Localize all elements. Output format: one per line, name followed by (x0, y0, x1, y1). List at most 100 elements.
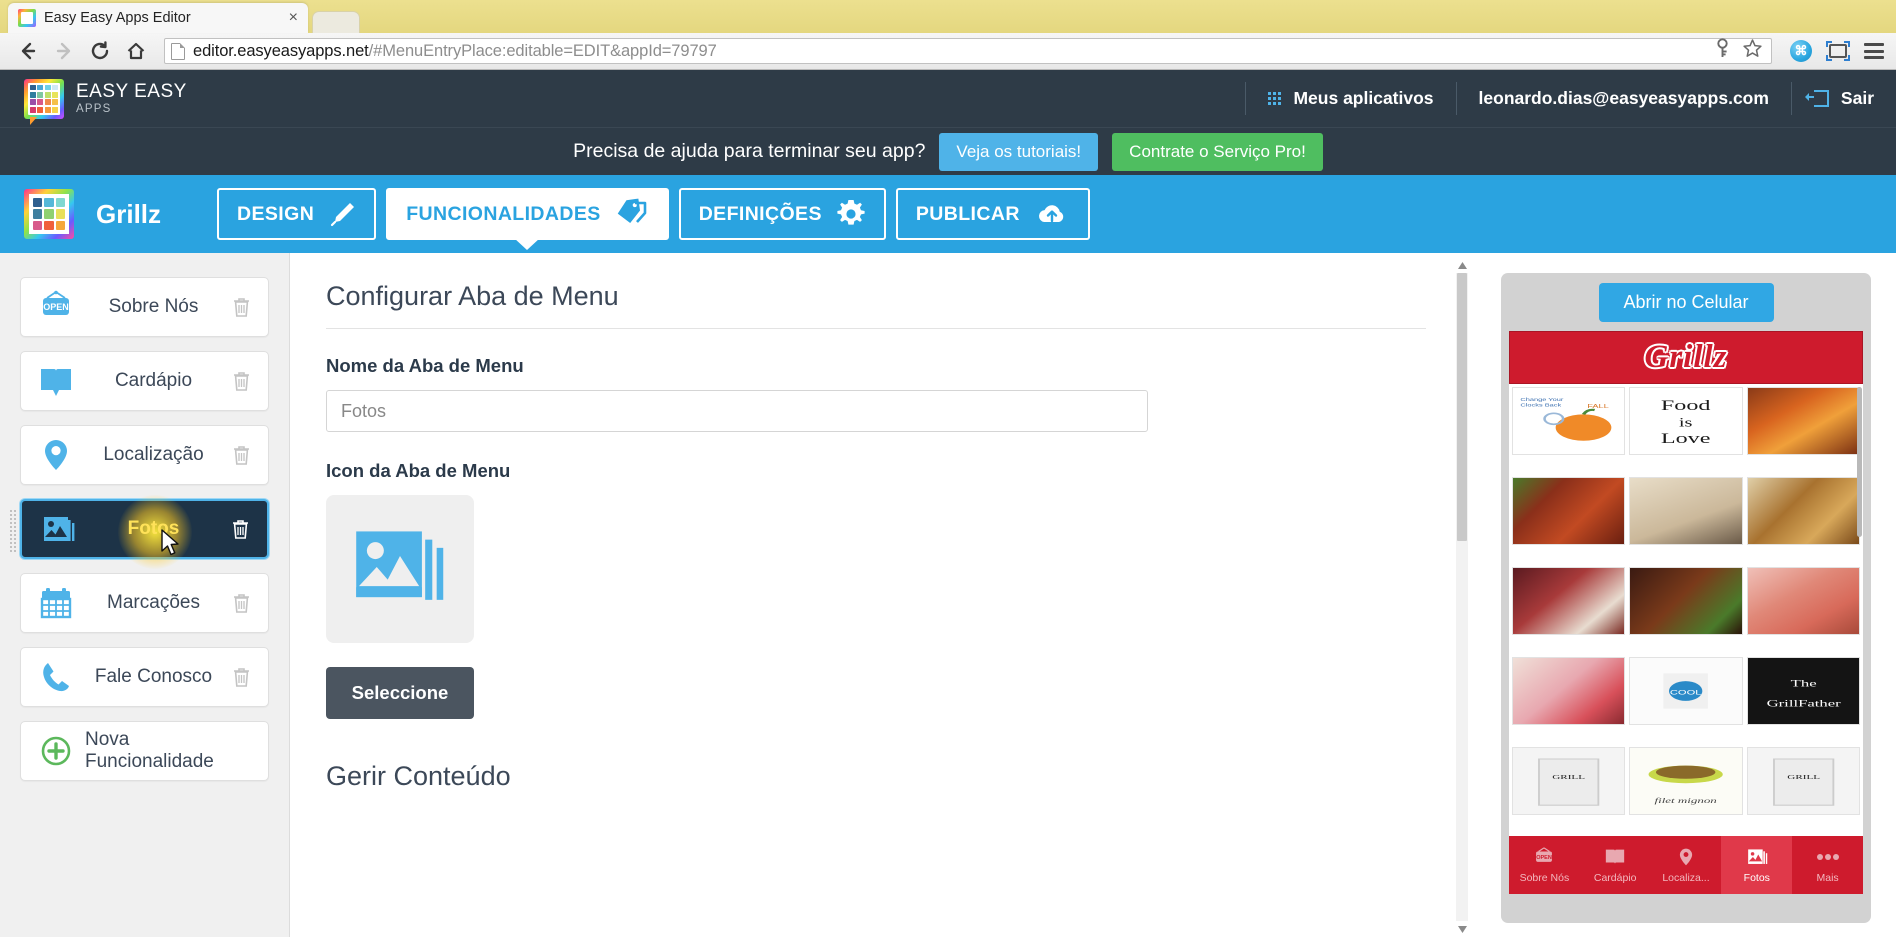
home-icon[interactable] (120, 36, 152, 66)
select-icon-button[interactable]: Seleccione (326, 667, 474, 719)
main-tabs: DESIGN FUNCIONALIDADES DEFINIÇÕES PUBLIC… (217, 188, 1090, 240)
new-tab-button[interactable] (312, 11, 360, 33)
phone-nav-mais[interactable]: Mais (1792, 836, 1863, 894)
sidebar-item-label: Fale Conosco (94, 666, 213, 687)
photo-thumb[interactable]: Food is Love (1629, 387, 1743, 455)
svg-text:Food: Food (1661, 398, 1711, 414)
menu-name-value: Fotos (341, 400, 387, 421)
svg-text:OPEN: OPEN (1537, 855, 1553, 861)
logout-icon (1804, 90, 1829, 107)
photo-thumb[interactable] (1746, 387, 1860, 455)
scroll-down-icon[interactable] (1457, 923, 1467, 935)
trash-icon[interactable] (228, 296, 254, 318)
sidebar-item-fotos[interactable]: Fotos (9, 495, 269, 569)
close-icon[interactable]: × (289, 10, 298, 26)
photo-thumb[interactable]: filet mignon (1629, 747, 1743, 815)
sidebar-item-marcacoes[interactable]: Marcações (20, 573, 269, 633)
logout-link[interactable]: Sair (1792, 88, 1896, 109)
open-sign-icon: OPEN (1533, 846, 1555, 868)
tab-funcionalidades[interactable]: FUNCIONALIDADES (386, 188, 669, 240)
tab-design[interactable]: DESIGN (217, 188, 377, 240)
sidebar-item-label: Fotos (127, 518, 180, 539)
phone-scrollbar-thumb[interactable] (1857, 387, 1862, 537)
tab-definicoes[interactable]: DEFINIÇÕES (678, 188, 886, 240)
account-email[interactable]: leonardo.dias@easyeasyapps.com (1457, 88, 1791, 109)
reload-icon[interactable] (84, 36, 116, 66)
phone-nav-fotos[interactable]: Fotos (1721, 836, 1793, 894)
photo-thumb[interactable] (1746, 567, 1860, 635)
photo-thumb[interactable] (1512, 567, 1626, 635)
brand-name-secondary: APPS (76, 102, 112, 115)
photo-thumb[interactable]: COOL (1629, 657, 1743, 725)
phone-app-logo: Grillz (1644, 339, 1728, 375)
address-bar[interactable]: editor.easyeasyapps.net/#MenuEntryPlace:… (164, 38, 1772, 64)
browser-tab-title: Easy Easy Apps Editor (44, 10, 191, 26)
trash-icon[interactable] (228, 370, 254, 392)
phone-nav-localizacao[interactable]: Localiza... (1651, 836, 1722, 894)
photo-thumb[interactable]: GRILL (1512, 747, 1626, 815)
menu-name-input[interactable]: Fotos (326, 390, 1148, 432)
open-on-mobile-button[interactable]: Abrir no Celular (1598, 283, 1774, 322)
extension-icon[interactable]: ⌘ (1790, 40, 1812, 62)
open-book-icon (33, 363, 79, 399)
browser-menu-icon[interactable] (1864, 43, 1884, 59)
my-apps-link[interactable]: Meus aplicativos (1246, 88, 1455, 109)
back-icon[interactable] (12, 36, 44, 66)
promo-banner: Precisa de ajuda para terminar seu app? … (0, 127, 1896, 175)
trash-icon[interactable] (228, 666, 254, 688)
browser-window: Easy Easy Apps Editor × editor.easyeasya… (0, 0, 1896, 937)
screenshot-icon[interactable] (1826, 41, 1850, 61)
phone-nav-label: Mais (1816, 872, 1839, 884)
tab-definicoes-label: DEFINIÇÕES (698, 202, 822, 225)
sidebar-item-cardapio[interactable]: Cardápio (20, 351, 269, 411)
panel-scrollbar[interactable] (1456, 259, 1468, 935)
brand-logo[interactable]: EASY EASY APPS (24, 78, 187, 125)
sidebar-item-sobre-nos[interactable]: OPEN Sobre Nós (20, 277, 269, 337)
tab-funcionalidades-label: FUNCIONALIDADES (406, 202, 601, 225)
phone-icon (33, 660, 79, 694)
photo-thumb[interactable] (1512, 477, 1626, 545)
trash-icon[interactable] (227, 518, 253, 540)
photos-stack-icon (34, 512, 80, 546)
photo-thumb[interactable] (1746, 477, 1860, 545)
photo-thumb[interactable] (1512, 657, 1626, 725)
trash-icon[interactable] (228, 592, 254, 614)
browser-toolbar: editor.easyeasyapps.net/#MenuEntryPlace:… (0, 33, 1896, 70)
photo-thumb[interactable]: GRILL (1746, 747, 1860, 815)
scrollbar-thumb[interactable] (1457, 273, 1467, 541)
photo-thumb[interactable] (1629, 477, 1743, 545)
bookmark-star-icon[interactable] (1742, 38, 1763, 64)
phone-bottom-nav: OPEN Sobre Nós Cardápio Localiza... Foto… (1509, 836, 1863, 894)
site-header: EASY EASY APPS Meus aplicativos leonardo… (0, 70, 1896, 127)
key-icon[interactable] (1713, 38, 1732, 64)
photo-thumb[interactable]: The GrillFather (1746, 657, 1860, 725)
phone-app-header: Grillz (1509, 331, 1863, 384)
tab-design-label: DESIGN (237, 202, 315, 225)
trash-icon[interactable] (228, 444, 254, 466)
tags-icon (615, 198, 649, 230)
workspace: OPEN Sobre Nós Cardápio Localização Foto… (0, 253, 1896, 937)
plus-circle-icon (33, 735, 79, 767)
app-toolbar: Grillz DESIGN FUNCIONALIDADES DEFINIÇÕES… (0, 175, 1896, 253)
sidebar-item-fale-conosco[interactable]: Fale Conosco (20, 647, 269, 707)
browser-tab[interactable]: Easy Easy Apps Editor × (8, 3, 308, 33)
svg-text:is: is (1679, 416, 1693, 430)
phone-nav-label: Cardápio (1593, 872, 1637, 884)
config-panel: Configurar Aba de Menu Nome da Aba de Me… (290, 253, 1476, 937)
sidebar-item-label: Sobre Nós (108, 296, 199, 317)
svg-text:Love: Love (1661, 431, 1711, 447)
tab-publicar[interactable]: PUBLICAR (895, 188, 1090, 240)
new-feature-button[interactable]: Nova Funcionalidade (20, 721, 269, 781)
menu-icon-preview[interactable] (326, 495, 474, 643)
phone-nav-cardapio[interactable]: Cardápio (1580, 836, 1651, 894)
photo-thumb[interactable] (1629, 567, 1743, 635)
pro-service-button[interactable]: Contrate o Serviço Pro! (1112, 132, 1323, 171)
sidebar-item-localizacao[interactable]: Localização (20, 425, 269, 485)
drag-handle[interactable] (9, 509, 16, 553)
phone-nav-sobre-nos[interactable]: OPEN Sobre Nós (1509, 836, 1580, 894)
tutorials-button[interactable]: Veja os tutoriais! (939, 132, 1099, 171)
phone-photo-grid: Change Your Clocks Back FALL Food is Love (1509, 384, 1863, 836)
scroll-up-icon[interactable] (1457, 259, 1467, 271)
brand-name-primary: EASY EASY (76, 80, 187, 102)
photo-thumb[interactable]: Change Your Clocks Back FALL (1512, 387, 1626, 455)
